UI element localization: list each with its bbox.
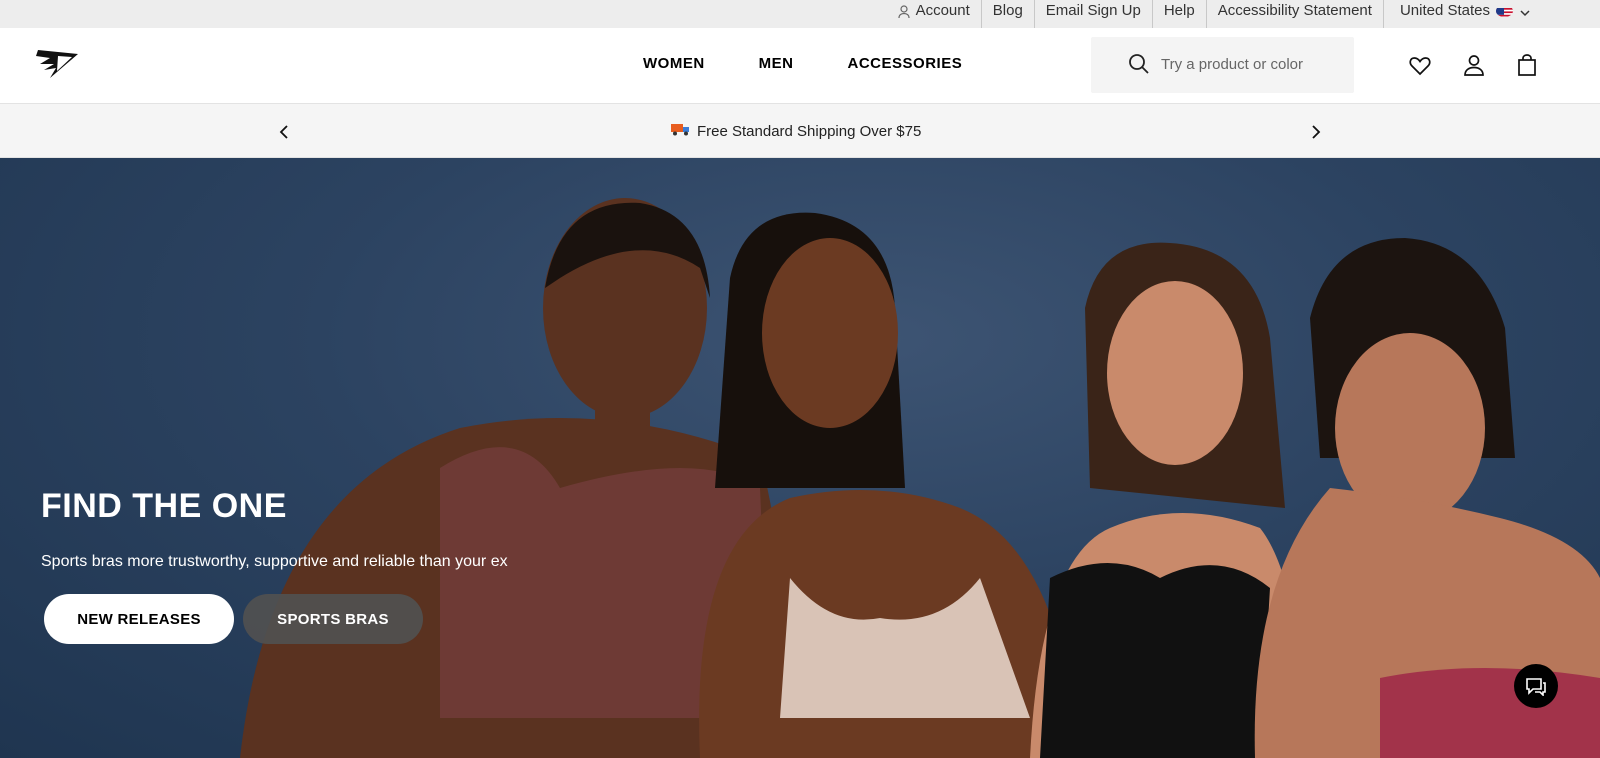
chat-icon [1526, 678, 1546, 696]
us-flag-icon [1496, 5, 1513, 17]
sports-bras-button[interactable]: SPORTS BRAS [243, 594, 423, 644]
chevron-right-icon [1312, 125, 1321, 139]
gymshark-logo-icon [36, 50, 78, 78]
wishlist-button[interactable] [1407, 53, 1433, 79]
cart-button[interactable] [1514, 52, 1540, 78]
main-header: WOMEN MEN ACCESSORIES [0, 28, 1600, 103]
promo-prev-button[interactable] [275, 122, 295, 142]
nav-men[interactable]: MEN [759, 55, 794, 72]
account-icon [897, 0, 910, 26]
account-link[interactable]: Account [887, 0, 981, 28]
hero-banner[interactable]: FIND THE ONE Sports bras more trustworth… [0, 158, 1600, 758]
new-releases-button[interactable]: NEW RELEASES [44, 594, 234, 644]
nav-accessories[interactable]: ACCESSORIES [848, 55, 963, 72]
page: Account Blog Email Sign Up Help Accessib… [0, 0, 1600, 758]
country-selector[interactable]: United States [1382, 0, 1542, 28]
hero-models-image [240, 198, 1600, 758]
help-link[interactable]: Help [1151, 0, 1206, 28]
heart-icon [1409, 57, 1431, 76]
promo-message[interactable]: Free Standard Shipping Over $75 [671, 122, 921, 140]
search-box[interactable] [1091, 37, 1354, 93]
email-signup-link-label: Email Sign Up [1045, 2, 1141, 19]
chevron-left-icon [279, 125, 288, 139]
utility-links: Account Blog Email Sign Up Help Accessib… [887, 0, 1542, 28]
truck-icon [671, 122, 691, 140]
promo-banner: Free Standard Shipping Over $75 [0, 103, 1600, 158]
accessibility-link[interactable]: Accessibility Statement [1205, 0, 1383, 28]
nav-women[interactable]: WOMEN [643, 55, 705, 72]
email-signup-link[interactable]: Email Sign Up [1033, 0, 1152, 28]
help-link-label: Help [1163, 2, 1195, 19]
main-nav: WOMEN MEN ACCESSORIES [601, 28, 962, 88]
brand-logo[interactable] [7, 30, 105, 96]
search-input[interactable] [1161, 56, 1311, 73]
account-link-label: Account [915, 2, 970, 19]
promo-text: Free Standard Shipping Over $75 [697, 122, 922, 140]
blog-link[interactable]: Blog [980, 0, 1034, 28]
chevron-down-icon [1519, 4, 1531, 26]
accessibility-link-label: Accessibility Statement [1217, 2, 1372, 19]
search-icon[interactable] [1128, 53, 1150, 80]
hero-subtitle: Sports bras more trustworthy, supportive… [41, 553, 508, 570]
utility-bar: Account Blog Email Sign Up Help Accessib… [0, 0, 1600, 28]
hero-title: FIND THE ONE [41, 487, 287, 525]
blog-link-label: Blog [992, 2, 1023, 19]
promo-next-button[interactable] [1305, 122, 1325, 142]
account-button[interactable] [1461, 52, 1487, 78]
user-icon [1464, 55, 1484, 76]
shopping-bag-icon [1518, 54, 1536, 76]
country-label: United States [1399, 2, 1490, 19]
chat-button[interactable] [1514, 664, 1558, 708]
